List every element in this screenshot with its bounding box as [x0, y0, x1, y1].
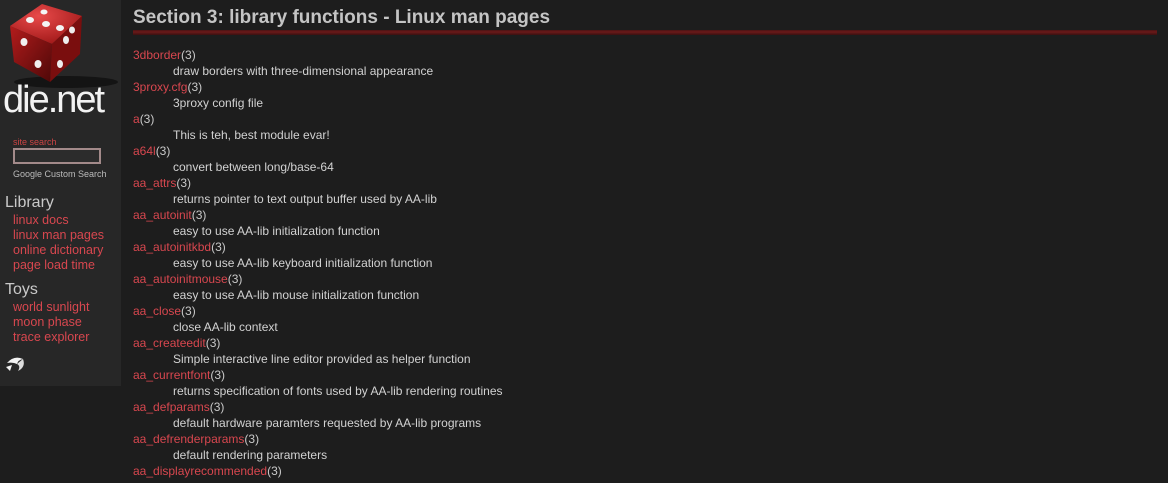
man-page-link[interactable]: aa_attrs	[133, 176, 176, 190]
sidebar-heading-library: Library	[5, 194, 54, 211]
entry-title-line: aa_displayrecommended(3)	[133, 463, 282, 479]
entry-title-line: aa_autoinitkbd(3)	[133, 239, 226, 255]
entry-title-line: aa_defrenderparams(3)	[133, 431, 259, 447]
entry-title-line: aa_autoinitmouse(3)	[133, 271, 242, 287]
entry-title-line: aa_close(3)	[133, 303, 196, 319]
man-section-number: (3)	[181, 304, 196, 318]
sidebar: die.net site search Google Custom Search…	[0, 0, 121, 386]
entry-title-line: 3dborder(3)	[133, 47, 196, 63]
sidebar-link-linux-man-pages[interactable]: linux man pages	[13, 228, 104, 242]
entry-title-line: aa_defparams(3)	[133, 399, 224, 415]
entry-title-line: a64l(3)	[133, 143, 170, 159]
man-page-description: Simple interactive line editor provided …	[173, 352, 471, 366]
sidebar-link-world-sunlight[interactable]: world sunlight	[13, 300, 89, 314]
entry-title-line: a(3)	[133, 111, 154, 127]
man-page-link[interactable]: aa_displayrecommended	[133, 464, 267, 478]
list-item: aa_displayrecommended(3)	[133, 463, 1157, 483]
man-section-number: (3)	[244, 432, 260, 446]
man-section-number: (3)	[205, 336, 221, 350]
list-item: aa_defrenderparams(3) default rendering p…	[133, 431, 1157, 463]
man-page-link[interactable]: aa_createedit	[133, 336, 206, 350]
list-item: a(3) This is teh, best module evar!	[133, 111, 1157, 143]
man-section-number: (3)	[139, 112, 155, 126]
page-title: Section 3: library functions - Linux man…	[133, 7, 551, 28]
man-section-number: (3)	[191, 208, 207, 222]
list-item: aa_autoinitmouse(3) easy to use AA-lib mo…	[133, 271, 1157, 303]
man-page-link[interactable]: a	[133, 112, 140, 126]
entry-title-line: aa_attrs(3)	[133, 175, 191, 191]
site-logo[interactable]: die.net	[0, 0, 121, 124]
logo-text: die.net	[3, 79, 105, 121]
search-input[interactable]	[13, 148, 101, 164]
sidebar-link-page-load-time[interactable]: page load time	[13, 258, 95, 272]
search-provider-label: Google Custom Search	[13, 169, 107, 179]
man-page-description: easy to use AA-lib keyboard initializati…	[173, 256, 433, 270]
man-page-description: default hardware paramters requested by …	[173, 416, 482, 430]
sidebar-heading-toys: Toys	[5, 281, 38, 298]
man-section-number: (3)	[181, 48, 196, 62]
man-section-number: (3)	[187, 80, 203, 94]
man-page-list: 3dborder(3) draw borders with three-dimen…	[133, 47, 1157, 483]
search-label: site search	[13, 137, 57, 147]
entry-title-line: aa_autoinit(3)	[133, 207, 206, 223]
man-page-description: convert between long/base-64	[173, 160, 334, 174]
man-section-number: (3)	[211, 240, 226, 254]
red-die-icon	[10, 4, 118, 88]
list-item: aa_close(3) close AA-lib context	[133, 303, 1157, 335]
man-section-number: (3)	[155, 144, 171, 158]
man-page-link[interactable]: aa_defrenderparams	[133, 432, 244, 446]
man-page-description: 3proxy config file	[173, 96, 264, 110]
man-page-description: easy to use AA-lib mouse initialization …	[173, 288, 420, 302]
list-item: a64l(3) convert between long/base-64	[133, 143, 1157, 175]
list-item: 3proxy.cfg(3) 3proxy config file	[133, 79, 1157, 111]
sidebar-link-linux-docs[interactable]: linux docs	[13, 213, 69, 227]
man-section-number: (3)	[267, 464, 282, 478]
curved-back-arrow-icon[interactable]	[4, 353, 26, 373]
man-page-link[interactable]: aa_autoinit	[133, 208, 192, 222]
page: die.net site search Google Custom Search…	[0, 0, 1168, 483]
man-section-number: (3)	[210, 368, 226, 382]
man-section-number: (3)	[209, 400, 225, 414]
entry-title-line: aa_createedit(3)	[133, 335, 220, 351]
man-section-number: (3)	[227, 272, 243, 286]
man-page-link[interactable]: 3proxy.cfg	[133, 80, 187, 94]
man-page-link[interactable]: aa_defparams	[133, 400, 210, 414]
man-page-link[interactable]: aa_autoinitkbd	[133, 240, 211, 254]
list-item: 3dborder(3) draw borders with three-dimen…	[133, 47, 1157, 79]
list-item: aa_currentfont(3) returns specification o…	[133, 367, 1157, 399]
list-item: aa_autoinit(3) easy to use AA-lib initial…	[133, 207, 1157, 239]
list-item: aa_defparams(3) default hardware paramter…	[133, 399, 1157, 431]
man-page-description: returns specification of fonts used by A…	[173, 384, 503, 398]
man-page-description: close AA-lib context	[173, 320, 278, 334]
sidebar-link-moon-phase[interactable]: moon phase	[13, 315, 82, 329]
list-item: aa_createedit(3) Simple interactive line …	[133, 335, 1157, 367]
man-page-link[interactable]: a64l	[133, 144, 156, 158]
man-section-number: (3)	[176, 176, 192, 190]
entry-title-line: 3proxy.cfg(3)	[133, 79, 202, 95]
sidebar-link-trace-explorer[interactable]: trace explorer	[13, 330, 89, 344]
man-page-description: draw borders with three-dimensional appe…	[173, 64, 434, 78]
entry-title-line: aa_currentfont(3)	[133, 367, 225, 383]
man-page-description: default rendering parameters	[173, 448, 328, 462]
man-page-link[interactable]: aa_close	[133, 304, 181, 318]
title-divider	[133, 30, 1157, 35]
man-page-description: This is teh, best module evar!	[173, 128, 330, 142]
man-page-link[interactable]: aa_autoinitmouse	[133, 272, 228, 286]
man-page-link[interactable]: aa_currentfont	[133, 368, 210, 382]
sidebar-link-online-dictionary[interactable]: online dictionary	[13, 243, 103, 257]
list-item: aa_attrs(3) returns pointer to text outpu…	[133, 175, 1157, 207]
man-page-description: returns pointer to text output buffer us…	[173, 192, 437, 206]
man-page-description: easy to use AA-lib initialization functi…	[173, 224, 380, 238]
list-item: aa_autoinitkbd(3) easy to use AA-lib keyb…	[133, 239, 1157, 271]
man-page-link[interactable]: 3dborder	[133, 48, 181, 62]
